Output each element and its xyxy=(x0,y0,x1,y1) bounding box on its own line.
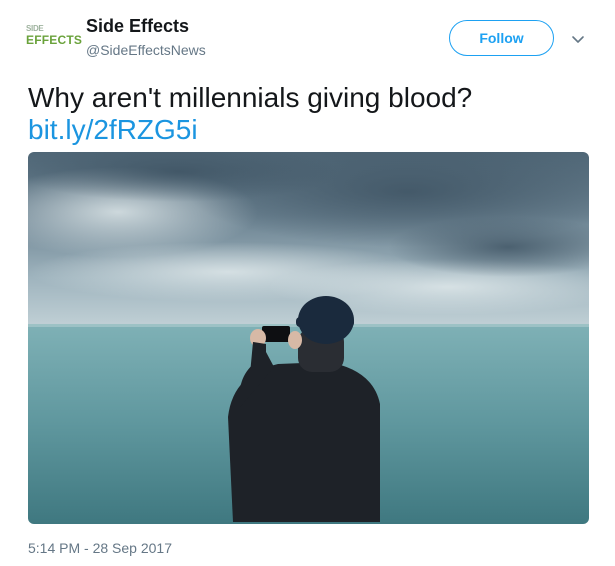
logo-text-top: SIDE xyxy=(26,24,44,33)
avatar[interactable]: SIDE EFFECTS xyxy=(24,24,82,60)
logo-text-bottom: EFFECTS xyxy=(26,33,83,47)
chevron-down-icon[interactable] xyxy=(571,33,585,45)
tweet-timestamp[interactable]: 5:14 PM - 28 Sep 2017 xyxy=(28,540,172,556)
tweet-photo[interactable] xyxy=(28,152,589,524)
tweet-card: SIDE EFFECTS Side Effects @SideEffectsNe… xyxy=(0,0,615,566)
account-handle[interactable]: @SideEffectsNews xyxy=(86,42,206,58)
tweet-text: Why aren't millennials giving blood? xyxy=(28,82,473,113)
follow-button[interactable]: Follow xyxy=(449,20,554,56)
tweet-link[interactable]: bit.ly/2fRZG5i xyxy=(28,114,198,146)
photo-illustration xyxy=(28,152,589,524)
account-name[interactable]: Side Effects xyxy=(86,16,189,37)
